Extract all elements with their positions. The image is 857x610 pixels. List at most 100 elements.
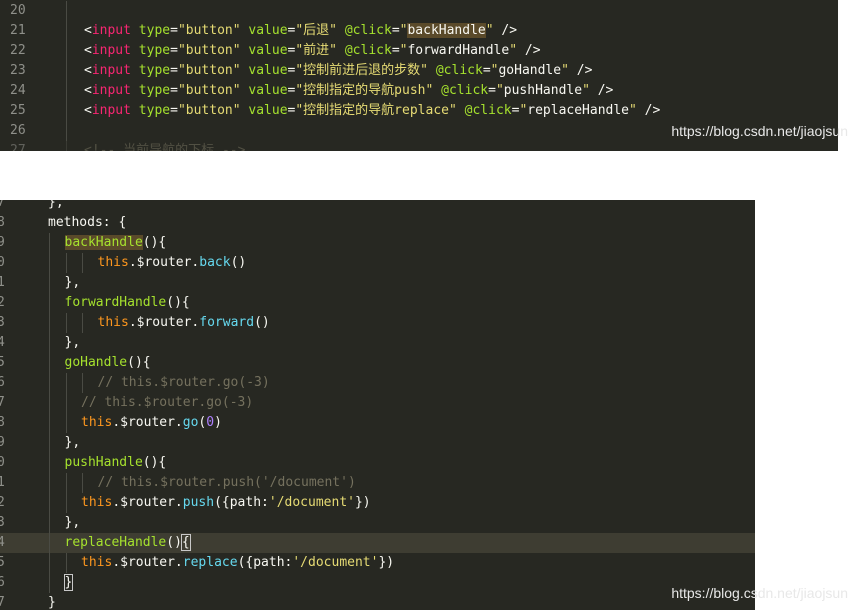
code-token: "button"	[177, 103, 241, 118]
line-number: 22	[10, 43, 26, 58]
code-text[interactable]: // this.$router.go(-3)	[98, 373, 270, 393]
code-token: input	[91, 83, 131, 98]
code-token: .$router.	[128, 315, 200, 330]
code-token: @click	[337, 43, 392, 58]
code-token: "button"	[177, 83, 241, 98]
code-text[interactable]: methods: {	[48, 213, 126, 233]
line-number: 5	[0, 555, 5, 570]
code-token: go	[182, 415, 199, 430]
code-token: backHandle	[407, 23, 486, 38]
code-text[interactable]: <input type="button" value="控制指定的导航push"…	[84, 81, 613, 101]
indent-guide	[65, 473, 67, 493]
code-line: 5 goHandle(){	[0, 353, 755, 373]
indent-guide	[65, 393, 67, 413]
code-text[interactable]: },	[65, 433, 81, 453]
code-token: value	[240, 63, 288, 78]
code-line: 22 <input type="button" value="前进" @click…	[0, 41, 838, 61]
code-text[interactable]: <input type="button" value="控制指定的导航repla…	[84, 101, 660, 121]
line-number: 8	[0, 215, 5, 230]
code-text[interactable]: goHandle(){	[65, 353, 151, 373]
code-text[interactable]: },	[65, 513, 81, 533]
code-text[interactable]: this.$router.replace({path:'/document'})	[81, 553, 394, 573]
code-text[interactable]: replaceHandle(){	[65, 533, 191, 553]
code-text[interactable]: <!-- 当前导航的下标 -->	[84, 141, 245, 151]
code-text[interactable]: // this.$router.go(-3)	[81, 393, 253, 413]
code-text[interactable]: <input type="button" value="控制前进后退的步数" @…	[84, 61, 592, 81]
indent-guide	[66, 21, 67, 41]
indent-guide	[49, 533, 50, 553]
code-text[interactable]: // this.$router.push('/document')	[98, 473, 356, 493]
code-text[interactable]: },	[48, 200, 64, 213]
code-token: '/document'	[292, 555, 379, 570]
line-number: 26	[10, 123, 26, 138]
indent-guide	[49, 353, 50, 373]
code-text[interactable]: pushHandle(){	[65, 453, 167, 473]
indent-guide	[65, 313, 67, 333]
code-line: 6 // this.$router.go(-3)	[0, 373, 755, 393]
code-token: },	[64, 335, 81, 350]
code-token: />	[589, 83, 614, 98]
code-token: goHandle	[498, 63, 562, 78]
indent-guide	[49, 553, 50, 573]
indent-guide	[66, 121, 67, 141]
code-token: "控制指定的导航push"	[295, 83, 434, 98]
line-number: 0	[0, 455, 5, 470]
code-text[interactable]: },	[65, 333, 81, 353]
code-line: 8 this.$router.go(0)	[0, 413, 755, 433]
code-text[interactable]: }	[48, 593, 56, 610]
indent-guide	[49, 293, 50, 313]
line-number: 2	[0, 495, 5, 510]
code-token: 0	[206, 415, 215, 430]
indent-guide	[49, 233, 50, 253]
code-line: 5 this.$router.replace({path:'/document'}…	[0, 553, 755, 573]
bottom-code-editor: 7}, 8 methods: {9 backHandle(){0 this.$route…	[0, 200, 755, 610]
code-line: 1 // this.$router.push('/document')	[0, 473, 755, 493]
line-number: 1	[0, 475, 5, 490]
code-token: goHandle	[64, 355, 128, 370]
code-token: "	[509, 43, 518, 58]
code-text[interactable]: <input type="button" value="后退" @click="…	[84, 21, 517, 41]
code-token: forwardHandle	[407, 43, 510, 58]
line-number: 7	[0, 595, 5, 610]
code-text[interactable]: this.$router.forward()	[98, 313, 270, 333]
code-text[interactable]: <input type="button" value="前进" @click="…	[84, 41, 541, 61]
indent-guide	[49, 473, 50, 493]
line-number: 25	[10, 103, 26, 118]
code-line: 20	[0, 1, 838, 21]
code-token: =	[170, 83, 178, 98]
code-token: type	[130, 103, 171, 118]
code-token: this	[97, 255, 129, 270]
code-token: type	[130, 23, 171, 38]
code-token: this	[97, 315, 129, 330]
code-token: (){	[127, 355, 151, 370]
code-text[interactable]: },	[65, 273, 81, 293]
code-text[interactable]: this.$router.go(0)	[81, 413, 222, 433]
code-token: )	[214, 415, 222, 430]
indent-guide	[82, 473, 83, 493]
code-token: "控制前进后退的步数"	[295, 63, 429, 78]
code-token: =	[391, 23, 400, 38]
code-token: value	[240, 43, 288, 58]
line-number: 6	[0, 375, 5, 390]
indent-guide	[49, 413, 50, 433]
code-token: push	[182, 495, 215, 510]
code-token: />	[493, 23, 518, 38]
line-number: 27	[10, 143, 26, 151]
code-token: }	[48, 595, 56, 610]
code-text[interactable]: this.$router.back()	[98, 253, 247, 273]
code-token: ()	[230, 255, 247, 270]
indent-guide	[49, 333, 50, 353]
code-line: 1},	[0, 273, 755, 293]
code-text[interactable]: }	[63, 573, 74, 593]
code-token: methods: {	[48, 215, 127, 230]
code-token: (){	[142, 455, 167, 470]
code-token: ({path:	[214, 495, 269, 510]
line-number: 20	[10, 3, 26, 18]
indent-guide	[66, 61, 67, 81]
code-token: <	[84, 83, 92, 98]
code-text[interactable]: backHandle(){	[64, 233, 166, 253]
code-text[interactable]: this.$router.push({path:'/document'})	[81, 493, 371, 513]
code-text[interactable]: forwardHandle(){	[65, 293, 190, 313]
code-line: 21 <input type="button" value="后退" @click…	[0, 21, 838, 41]
indent-guide	[49, 393, 50, 413]
